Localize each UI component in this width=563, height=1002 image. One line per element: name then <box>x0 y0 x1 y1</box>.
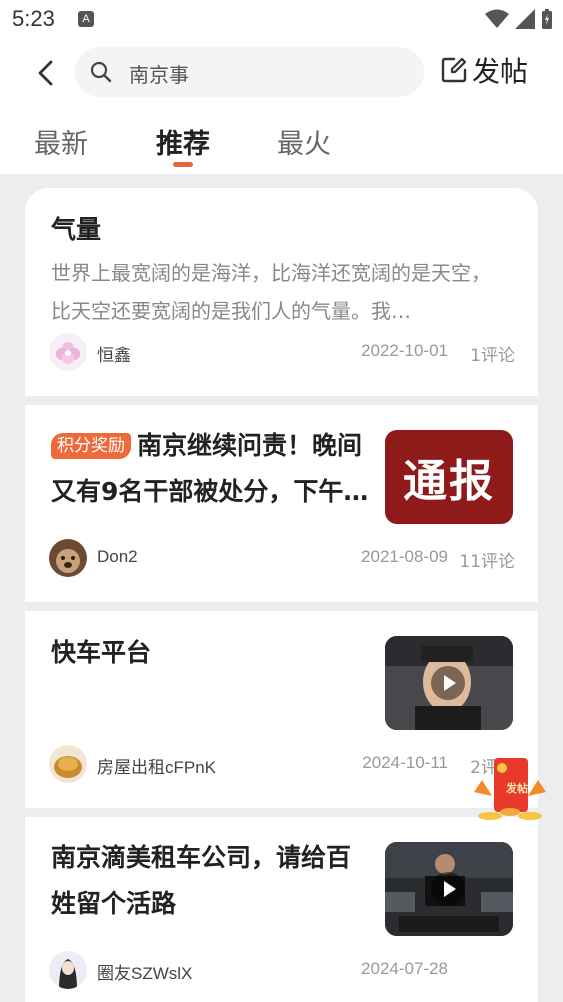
play-icon[interactable] <box>431 666 465 700</box>
search-header: 南京事 发帖 <box>0 38 563 108</box>
avatar[interactable] <box>49 333 87 371</box>
post-title: 气量 <box>51 215 102 244</box>
author-name[interactable]: 恒鑫 <box>97 341 131 366</box>
notification-icon: A <box>78 11 94 27</box>
post-date: 2022-10-01 <box>361 341 448 360</box>
tab-bar: 最新 推荐 最火 <box>0 108 563 174</box>
post-title: 快车平台 <box>51 638 152 667</box>
avatar[interactable] <box>49 745 87 783</box>
avatar[interactable] <box>49 539 87 577</box>
floating-post-button[interactable]: 发帖 <box>470 752 550 824</box>
post-title-block: 积分奖励 南京继续问责！晚间又有9名干部被处分，下午… <box>51 423 371 515</box>
post-date: 2024-07-28 <box>361 959 448 978</box>
post-card[interactable]: 气量 世界上最宽阔的是海洋，比海洋还宽阔的是天空，比天空还要宽阔的是我们人的气量… <box>25 188 538 396</box>
comment-count: 1评论 <box>470 346 515 366</box>
post-card[interactable]: 积分奖励 南京继续问责！晚间又有9名干部被处分，下午… 通报 Don2 2021-… <box>25 405 538 602</box>
avatar[interactable] <box>49 951 87 989</box>
author-name[interactable]: Don2 <box>97 547 138 567</box>
reward-badge: 积分奖励 <box>51 433 131 459</box>
post-card[interactable]: 南京滴美租车公司，请给百姓留个活路 圈友SZWslX 2024-07-28 <box>25 817 538 1002</box>
wifi-icon <box>485 9 509 28</box>
video-thumbnail[interactable] <box>385 842 513 936</box>
post-card[interactable]: 快车平台 房屋出租cFPnK 2024-10-11 2评论 <box>25 611 538 808</box>
post-button-label: 发帖 <box>472 55 529 88</box>
tab-hottest[interactable]: 最火 <box>277 122 331 161</box>
post-thumbnail[interactable]: 通报 <box>385 430 513 524</box>
play-icon[interactable] <box>431 872 465 906</box>
active-tab-indicator <box>173 162 193 167</box>
status-time: 5:23 <box>12 6 55 31</box>
thumbnail-caption: 通报 <box>403 456 495 507</box>
post-meta: 圈友SZWslX 2024-07-28 <box>49 951 514 991</box>
battery-icon <box>542 9 552 29</box>
video-thumbnail[interactable] <box>385 636 513 730</box>
post-button[interactable]: 发帖 <box>440 50 528 90</box>
search-icon <box>90 61 112 83</box>
edit-icon <box>441 57 467 83</box>
post-date: 2021-08-09 <box>361 547 448 566</box>
search-input[interactable]: 南京事 <box>75 47 424 97</box>
post-excerpt: 世界上最宽阔的是海洋，比海洋还宽阔的是天空，比天空还要宽阔的是我们人的气量。我… <box>51 261 491 323</box>
system-icons <box>485 8 553 30</box>
post-meta: 房屋出租cFPnK 2024-10-11 2评论 <box>49 745 515 785</box>
floating-post-label: 发帖 <box>506 782 528 795</box>
tab-recommended[interactable]: 推荐 <box>156 122 210 161</box>
post-date: 2024-10-11 <box>362 753 448 772</box>
post-title: 南京滴美租车公司，请给百姓留个活路 <box>51 843 352 918</box>
post-meta: Don2 2021-08-09 11评论 <box>49 539 515 579</box>
status-bar: 5:23 A <box>0 0 563 38</box>
author-name[interactable]: 圈友SZWslX <box>97 959 192 984</box>
comment-count: 11评论 <box>459 552 515 572</box>
back-arrow-icon[interactable] <box>30 56 64 90</box>
signal-icon <box>515 9 535 29</box>
author-name[interactable]: 房屋出租cFPnK <box>97 753 216 778</box>
post-meta: 恒鑫 2022-10-01 1评论 <box>49 333 515 373</box>
search-query: 南京事 <box>129 63 189 87</box>
tab-latest[interactable]: 最新 <box>34 122 88 161</box>
